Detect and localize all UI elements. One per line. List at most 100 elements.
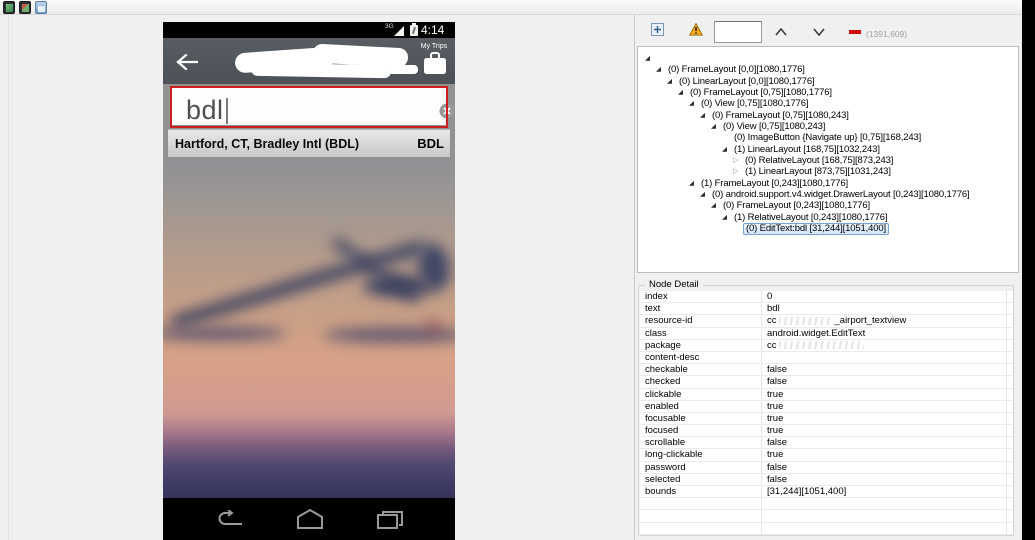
tree-expand-arrow[interactable]: ▷ xyxy=(733,155,743,166)
tree-expand-arrow[interactable]: ◢ xyxy=(700,110,710,121)
tree-node-label: (0) android.support.v4.widget.DrawerLayo… xyxy=(712,189,970,201)
tree-node-label: (0) RelativeLayout [168,75][873,243] xyxy=(745,155,894,167)
node-detail-row: resource-id cc _airport_textview xyxy=(640,315,1013,328)
tree-node[interactable]: (0) EditText:bdl [31,244][1051,400] xyxy=(638,223,1018,235)
find-previous-icon[interactable] xyxy=(775,28,787,36)
node-detail-row: long-clickable true xyxy=(640,449,1013,462)
tree-node-label: (0) FrameLayout [0,243][1080,1776] xyxy=(723,200,870,212)
node-detail-row: enabled true xyxy=(640,400,1013,413)
detail-key: long-clickable xyxy=(640,449,762,461)
engine-glow xyxy=(425,322,441,332)
signal-strength-icon xyxy=(394,26,404,36)
tree-node-label: (0) ImageButton {Navigate up} [0,75][168… xyxy=(734,132,922,144)
tree-search-input[interactable] xyxy=(714,21,762,43)
tree-node[interactable]: ◢ (0) LinearLayout [0,0][1080,1776] xyxy=(638,76,1018,87)
tree-node[interactable]: ◢ (0) View [0,75][1080,1776] xyxy=(638,98,1018,109)
tree-node-label: (1) FrameLayout [0,243][1080,1776] xyxy=(701,177,848,189)
tree-node[interactable]: ◢ (0) FrameLayout [0,243][1080,1776] xyxy=(638,200,1018,211)
tree-node[interactable]: ◢ (0) FrameLayout [0,75][1080,1776] xyxy=(638,87,1018,98)
tree-node[interactable]: ◢ (0) android.support.v4.widget.DrawerLay… xyxy=(638,189,1018,200)
remove-icon[interactable] xyxy=(849,30,861,34)
detail-value: bdl xyxy=(762,303,1007,315)
pointer-coords-readout: (1391,609) xyxy=(866,29,908,39)
selected-node-highlight-rect xyxy=(170,86,448,128)
nav-recents-icon[interactable] xyxy=(375,510,405,530)
detail-key xyxy=(640,510,762,522)
status-clock: 4:14 xyxy=(421,23,445,37)
airport-result-title: Hartford, CT, Bradley Intl (BDL) xyxy=(175,137,360,151)
airport-result-code: BDL xyxy=(417,136,444,151)
airport-result-row[interactable]: Hartford, CT, Bradley Intl (BDL) BDL xyxy=(168,129,450,157)
tree-node[interactable]: ◢ (1) FrameLayout [0,243][1080,1776] xyxy=(638,178,1018,189)
tree-node[interactable]: (0) ImageButton {Navigate up} [0,75][168… xyxy=(638,132,1018,143)
tree-expand-arrow[interactable]: ◢ xyxy=(667,76,677,87)
tree-expand-arrow[interactable]: ◢ xyxy=(711,200,721,211)
node-detail-row: class android.widget.EditText xyxy=(640,327,1013,340)
node-detail-row: scrollable false xyxy=(640,437,1013,450)
detail-value: true xyxy=(762,449,1007,461)
tree-node[interactable]: ◢ (0) FrameLayout [0,75][1080,243] xyxy=(638,110,1018,121)
tree-expand-arrow[interactable]: ◢ xyxy=(700,189,710,200)
save-icon[interactable] xyxy=(35,1,47,14)
device-screenshot-icon[interactable] xyxy=(3,1,15,14)
tree-expand-arrow[interactable]: ◢ xyxy=(656,64,666,75)
detail-value: cc _airport_textview xyxy=(762,315,1007,327)
tree-node-label: (1) LinearLayout [168,75][1032,243] xyxy=(734,143,880,155)
node-detail-row: content-desc xyxy=(640,351,1013,365)
node-detail-row: focused true xyxy=(640,425,1013,438)
tree-expand-arrow[interactable]: ▷ xyxy=(733,166,743,177)
tree-node[interactable]: ◢ (1) LinearLayout [168,75][1032,243] xyxy=(638,144,1018,155)
device-screenshot-compressed-icon[interactable] xyxy=(19,1,31,14)
tree-expand-arrow[interactable]: ◢ xyxy=(722,144,732,155)
hierarchy-tree[interactable]: ◢ ◢ (0) FrameLayout [0,0][1080,1776] ◢ (0) L… xyxy=(637,46,1019,273)
my-trips-briefcase-icon[interactable] xyxy=(423,52,447,76)
tree-expand-arrow[interactable]: ◢ xyxy=(711,121,721,132)
detail-value: true xyxy=(762,412,1007,425)
expand-all-icon[interactable] xyxy=(651,23,664,36)
tree-node[interactable]: ▷ (0) RelativeLayout [168,75][873,243] xyxy=(638,155,1018,166)
redacted-smudge xyxy=(778,341,864,350)
detail-key xyxy=(640,498,762,510)
detail-value: android.widget.EditText xyxy=(762,327,1007,339)
detail-value-suffix: _airport_textview xyxy=(834,315,907,327)
detail-value-prefix: cc xyxy=(767,315,777,327)
node-detail-row: package cc xyxy=(640,339,1013,352)
android-nav-bar xyxy=(163,498,455,540)
back-arrow-icon[interactable] xyxy=(176,54,198,70)
tree-node-label: (0) EditText:bdl [31,244][1051,400] xyxy=(743,223,889,235)
main-toolbar xyxy=(0,0,1035,15)
find-next-icon[interactable] xyxy=(813,28,825,36)
tree-expand-arrow[interactable]: ◢ xyxy=(722,212,732,223)
tree-expand-arrow[interactable]: ◢ xyxy=(645,53,655,64)
tree-node[interactable]: ◢ (1) RelativeLayout [0,243][1080,1776] xyxy=(638,212,1018,223)
detail-key: content-desc xyxy=(640,351,762,364)
detail-key: class xyxy=(640,327,762,339)
device-screenshot-canvas[interactable]: 3G 4:14 My Trips bdl Hartford, CT, Bradl… xyxy=(163,22,455,540)
tree-node-label: (1) LinearLayout [873,75][1031,243] xyxy=(745,166,891,178)
tree-node-label: (0) View [0,75][1080,243] xyxy=(723,121,826,133)
device-screenshot-icon-screen xyxy=(6,4,13,12)
detail-key: package xyxy=(640,339,762,351)
detail-value xyxy=(762,498,1007,510)
node-detail-row: clickable true xyxy=(640,388,1013,401)
nav-back-icon[interactable] xyxy=(215,510,245,530)
tree-node[interactable]: ◢ (0) FrameLayout [0,0][1080,1776] xyxy=(638,64,1018,75)
tree-node-label: (0) View [0,75][1080,1776] xyxy=(701,98,809,110)
tree-node-label: (0) FrameLayout [0,75][1080,243] xyxy=(712,109,849,121)
airport-search-section: bdl Hartford, CT, Bradley Intl (BDL) BDL xyxy=(163,84,455,157)
panel-divider[interactable] xyxy=(634,15,635,540)
tree-toolbar: (1391,609) xyxy=(637,15,1019,46)
tree-expand-arrow[interactable]: ◢ xyxy=(689,178,699,189)
tree-expand-arrow[interactable]: ◢ xyxy=(689,98,699,109)
nav-home-icon[interactable] xyxy=(293,508,327,530)
node-detail-row xyxy=(640,510,1013,523)
tree-node[interactable]: ◢ (0) View [0,75][1080,243] xyxy=(638,121,1018,132)
tree-expand-arrow[interactable]: ◢ xyxy=(678,87,688,98)
detail-key: text xyxy=(640,303,762,315)
detail-key: enabled xyxy=(640,400,762,412)
tree-node[interactable]: ◢ xyxy=(638,53,1018,64)
node-detail-row: checkable false xyxy=(640,364,1013,377)
warning-icon[interactable] xyxy=(689,23,703,36)
tree-node[interactable]: ▷ (1) LinearLayout [873,75][1031,243] xyxy=(638,166,1018,177)
detail-key xyxy=(640,522,762,534)
